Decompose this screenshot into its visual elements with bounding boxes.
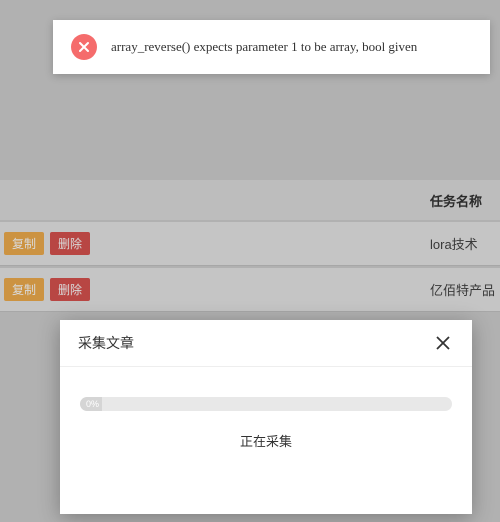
error-message: array_reverse() expects parameter 1 to b…	[111, 39, 417, 55]
modal-body: 0% 正在采集	[60, 367, 472, 470]
modal-header: 采集文章	[60, 320, 472, 367]
error-toast: array_reverse() expects parameter 1 to b…	[53, 20, 490, 74]
progress-status: 正在采集	[80, 431, 452, 450]
error-icon	[71, 34, 97, 60]
modal-title: 采集文章	[78, 333, 134, 353]
progress-bar: 0%	[80, 397, 452, 411]
close-icon[interactable]	[432, 332, 454, 354]
collect-modal: 采集文章 0% 正在采集	[60, 320, 472, 514]
progress-percent: 0%	[86, 397, 99, 411]
